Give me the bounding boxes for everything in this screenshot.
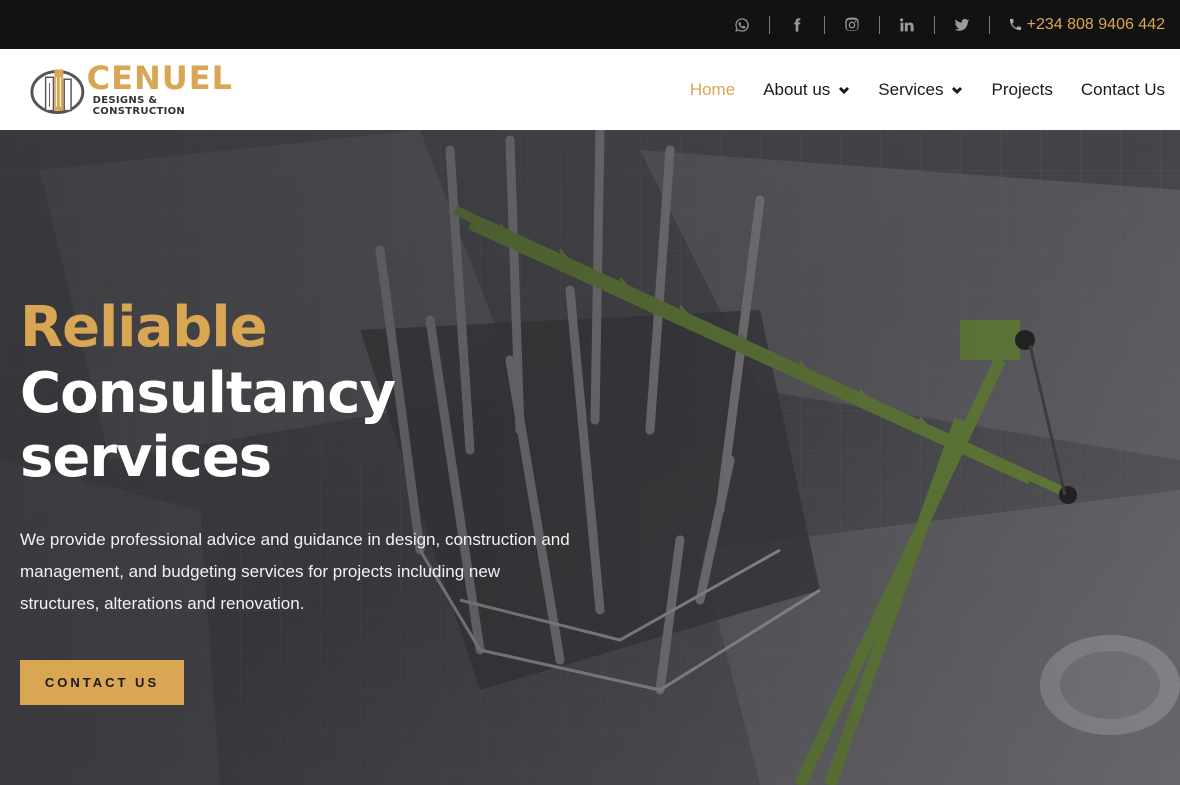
divider — [823, 15, 825, 34]
top-bar: +234 808 9406 442 — [0, 0, 1180, 49]
linkedin-icon[interactable] — [898, 16, 916, 34]
logo-subtitle: DESIGNS & CONSTRUCTION — [92, 95, 186, 117]
site-header: CENUEL DESIGNS & CONSTRUCTION Home About… — [0, 49, 1180, 130]
nav-services-label: Services — [878, 79, 944, 99]
hero-section: Reliable Consultancy services We provide… — [0, 130, 1180, 785]
nav-projects[interactable]: Projects — [991, 80, 1052, 100]
hero-content: Reliable Consultancy services We provide… — [20, 296, 660, 705]
nav-home[interactable]: Home — [690, 80, 735, 100]
facebook-icon[interactable] — [788, 16, 806, 34]
nav-contact[interactable]: Contact Us — [1081, 80, 1165, 100]
hero-title: Consultancy services — [20, 361, 396, 490]
divider — [933, 15, 935, 34]
logo[interactable]: CENUEL DESIGNS & CONSTRUCTION — [28, 59, 250, 117]
nav-home-label: Home — [689, 79, 736, 99]
contact-us-button[interactable]: CONTACT US — [20, 660, 184, 705]
phone-number: +234 808 9406 442 — [1026, 15, 1165, 33]
nav-about[interactable]: About us — [763, 80, 850, 100]
instagram-icon[interactable] — [843, 16, 861, 34]
divider — [878, 15, 880, 34]
nav-services[interactable]: Services — [878, 80, 963, 100]
nav-about-label: About us — [763, 79, 831, 99]
nav-contact-label: Contact Us — [1080, 79, 1165, 99]
logo-name: CENUEL — [86, 59, 234, 97]
hero-title-accent: Reliable — [20, 295, 268, 360]
logo-building-icon — [30, 69, 85, 114]
divider — [768, 15, 770, 34]
divider — [988, 15, 990, 34]
phone-link[interactable]: +234 808 9406 442 — [1008, 16, 1165, 34]
top-bar-contacts: +234 808 9406 442 — [733, 0, 1165, 49]
nav-projects-label: Projects — [991, 79, 1053, 99]
logo-text: CENUEL DESIGNS & CONSTRUCTION — [86, 59, 250, 117]
phone-icon — [1009, 18, 1021, 31]
whatsapp-icon[interactable] — [733, 16, 751, 34]
main-nav: Home About us Services Projects Contact … — [662, 49, 1165, 130]
chevron-down-icon — [839, 86, 850, 94]
chevron-down-icon — [952, 86, 963, 94]
twitter-icon[interactable] — [953, 16, 971, 34]
hero-description: We provide professional advice and guida… — [20, 530, 570, 613]
